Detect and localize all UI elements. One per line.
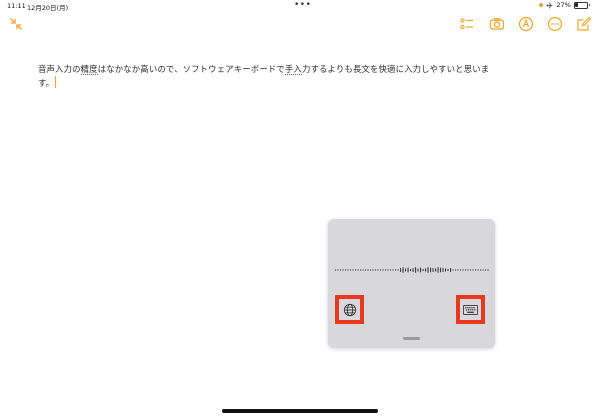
note-line-1: 音声入力の精度はなかなか高いので、ソフトウェアキーボードで手入力するよりも長文を… bbox=[38, 64, 490, 75]
markup-pen-icon[interactable] bbox=[518, 16, 534, 32]
status-bar: 11:11 12月20日(月) ••• 27% bbox=[0, 0, 600, 12]
globe-icon bbox=[343, 303, 356, 316]
camera-icon[interactable] bbox=[489, 16, 505, 32]
note-line-2-text: す。 bbox=[38, 78, 55, 88]
collapse-arrows-icon[interactable] bbox=[8, 16, 24, 32]
dictation-waveform bbox=[335, 267, 489, 273]
note-body[interactable]: 音声入力の精度はなかなか高いので、ソフトウェアキーボードで手入力するよりも長文を… bbox=[38, 63, 516, 90]
home-indicator[interactable] bbox=[222, 409, 378, 413]
keyboard-icon bbox=[463, 304, 478, 315]
airplane-icon bbox=[547, 2, 553, 8]
battery-icon bbox=[573, 1, 588, 9]
globe-button[interactable] bbox=[335, 295, 364, 324]
keyboard-button[interactable] bbox=[456, 295, 485, 324]
status-indicators: 27% bbox=[539, 1, 590, 9]
checklist-icon[interactable] bbox=[459, 16, 475, 32]
battery-percent: 27% bbox=[556, 1, 571, 9]
status-date: 12月20日(月) bbox=[27, 4, 69, 12]
note-line-2: す。 bbox=[38, 76, 516, 90]
mic-in-use-indicator bbox=[539, 3, 544, 7]
status-time: 11:11 bbox=[7, 2, 26, 10]
multitasking-dots[interactable]: ••• bbox=[294, 0, 311, 10]
more-ellipsis-icon[interactable] bbox=[547, 16, 563, 32]
compose-icon[interactable] bbox=[576, 16, 592, 32]
dictation-panel[interactable] bbox=[328, 219, 495, 348]
panel-drag-handle[interactable] bbox=[403, 337, 420, 340]
text-caret bbox=[55, 76, 57, 88]
